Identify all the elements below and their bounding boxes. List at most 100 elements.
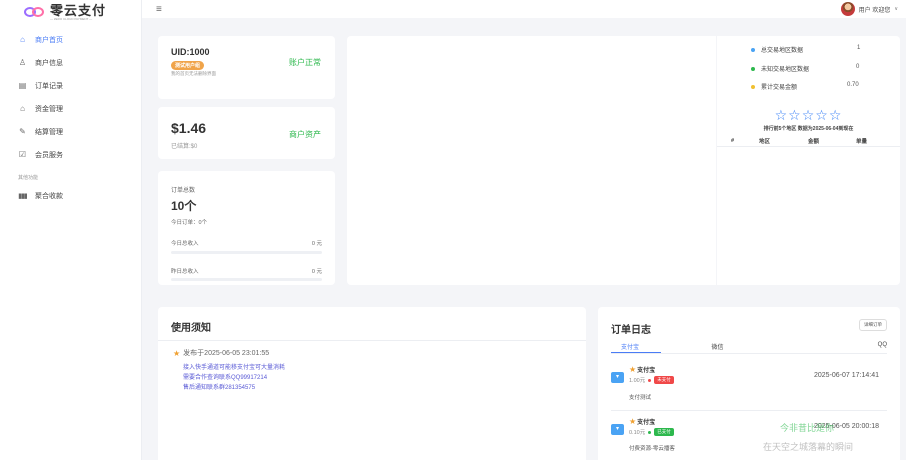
sidebar-item-label: 会员服务 <box>35 151 63 159</box>
order-log-tabs: 支付宝 微信 QQ <box>611 342 887 354</box>
yesterday-income-value: 0 元 <box>311 269 322 275</box>
notice-title: 使用须知 <box>171 323 211 334</box>
order-entry-time: 2025-06-07 17:14:41 <box>814 372 879 379</box>
orders-total-label: 订单总数 <box>171 188 196 194</box>
sidebar-item-funds[interactable]: ⌂ 资金管理 <box>0 97 141 120</box>
region-map-panel <box>347 36 716 285</box>
watermark-line1: 今非昔比是你 <box>780 423 835 433</box>
legend-label: 总交易地区数据 <box>761 48 804 54</box>
sidebar-item-label: 商户信息 <box>35 59 63 67</box>
status-dot <box>648 430 652 434</box>
balance-card: $1.46 已结算:$0 商户资产 <box>158 107 335 159</box>
sidebar-section-label: 其他功能 <box>18 175 39 181</box>
user-group-badge: 测试用户组 <box>171 61 205 70</box>
user-icon: ♙ <box>18 58 27 67</box>
logo-icon <box>24 6 46 18</box>
brand-logo[interactable]: 零云支付 — ZERO CLOUD PAYMENT — <box>0 0 141 24</box>
legend-value: 0.70 <box>847 82 859 88</box>
order-entry-desc: 付费资源-零云播客 <box>629 446 675 452</box>
status-dot <box>648 378 652 382</box>
shop-icon: ▾ <box>611 372 624 383</box>
order-entry-amount: 1.00元 未支付 <box>629 376 674 384</box>
brand-title: 零云支付 <box>50 2 107 18</box>
yesterday-income-bar <box>171 278 322 281</box>
star-icon: ★ <box>629 365 637 374</box>
edit-icon: ✎ <box>19 127 26 136</box>
legend-label: 累计交易金额 <box>761 85 798 91</box>
sidebar-item-label: 资金管理 <box>35 105 63 113</box>
divider <box>611 410 887 411</box>
orders-today: 今日订单：0个 <box>171 220 208 226</box>
account-card: UID:1000 测试用户组 我的首页无法删除界面 账户正常 <box>158 36 335 99</box>
column-header: 金额 <box>808 138 820 145</box>
asset-label: 商户资产 <box>289 130 321 139</box>
notice-date-text: 发布于2025-06-05 23:01:55 <box>183 350 270 357</box>
order-icon: ▤ <box>18 81 27 90</box>
order-entry-amount: 0.10元 已支付 <box>629 428 674 436</box>
top-header: ≡ 用户 欢迎您 ∨ <box>142 0 906 18</box>
chevron-down-icon: ∨ <box>894 6 898 12</box>
star-icon: ★ <box>173 348 181 358</box>
sidebar-item-settlement[interactable]: ✎ 结算管理 <box>0 120 141 143</box>
sidebar-item-home[interactable]: ⌂ 商户首页 <box>0 28 141 51</box>
watermark-line2: 在天空之城落幕的瞬间 <box>763 442 854 452</box>
sidebar-item-member[interactable]: ☑ 会员服务 <box>0 143 141 166</box>
today-income-row: 今日总收入 0 元 <box>171 239 322 247</box>
column-header: 地区 <box>759 138 771 145</box>
sidebar-item-merchant-info[interactable]: ♙ 商户信息 <box>0 51 141 74</box>
sidebar: 零云支付 — ZERO CLOUD PAYMENT — ⌂ 商户首页 ♙ 商户信… <box>0 0 142 460</box>
today-income-label: 今日总收入 <box>171 241 199 247</box>
bank-icon: ⌂ <box>20 104 25 113</box>
legend-dot <box>751 47 755 52</box>
account-note: 我的首页无法删除界面 <box>171 71 216 76</box>
column-header: 单量 <box>856 138 868 145</box>
divider <box>158 340 586 341</box>
sidebar-item-label: 商户首页 <box>35 36 63 44</box>
region-stats-panel: 总交易地区数据 1 未知交易地区数据 0 累计交易金额 0.70 ☆☆☆☆☆ 排… <box>717 36 900 285</box>
today-income-value: 0 元 <box>311 241 322 247</box>
legend-dot <box>751 66 755 71</box>
orders-card: 订单总数 10个 今日订单：0个 今日总收入 0 元 昨日总收入 0 元 <box>158 171 335 285</box>
settled-amount: 已结算:$0 <box>171 144 198 150</box>
notice-line: 售后通知联系群281354575 <box>183 385 256 391</box>
account-status: 账户正常 <box>289 58 321 67</box>
tab-alipay[interactable]: 支付宝 <box>611 342 661 353</box>
barcode-icon: ▮▮▮ <box>18 192 28 200</box>
uid-label: UID:1000 <box>171 47 210 57</box>
yesterday-income-row: 昨日总收入 0 元 <box>171 267 322 275</box>
order-entry-name: ★ 支付宝 <box>629 365 656 374</box>
member-icon: ☑ <box>18 150 27 159</box>
notice-line: 需要合作查询联系QQ99917214 <box>183 375 268 381</box>
notice-date: ★ 发布于2025-06-05 23:01:55 <box>173 348 269 358</box>
legend-total-regions: 总交易地区数据 <box>751 45 803 54</box>
sidebar-item-label: 聚合收款 <box>35 192 63 200</box>
order-log-card: 订单日志 详细订单 支付宝 微信 QQ ▾ ★ 支付宝 1.00元 未支付 支付测… <box>598 307 900 460</box>
tab-wechat[interactable]: 微信 <box>661 342 774 353</box>
status-badge: 已支付 <box>654 428 674 436</box>
rating-stars-icon: ☆☆☆☆☆ <box>774 107 843 123</box>
tab-qq[interactable]: QQ <box>774 342 887 353</box>
menu-toggle-icon[interactable]: ≡ <box>156 4 166 15</box>
legend-total-amount: 累计交易金额 <box>751 82 797 91</box>
order-detail-button[interactable]: 详细订单 <box>859 319 887 331</box>
balance-amount: $1.46 <box>171 120 207 136</box>
avatar <box>840 2 855 16</box>
sidebar-nav: ⌂ 商户首页 ♙ 商户信息 ▤ 订单记录 ⌂ 资金管理 ✎ 结算管理 ☑ 会员服… <box>0 28 141 207</box>
legend-dot <box>751 84 755 89</box>
legend-label: 未知交易地区数据 <box>761 67 810 73</box>
sidebar-item-label: 订单记录 <box>35 82 63 90</box>
notice-line: 接入快手通道可能移支付宝可大量消耗 <box>183 365 286 371</box>
column-header: # <box>731 137 735 144</box>
user-name: 用户 欢迎您 <box>858 7 891 14</box>
sidebar-item-aggregate-pay[interactable]: ▮▮▮ 聚合收款 <box>0 184 141 207</box>
user-menu[interactable]: 用户 欢迎您 ∨ <box>840 2 898 16</box>
sidebar-item-orders[interactable]: ▤ 订单记录 <box>0 74 141 97</box>
notice-card: 使用须知 ★ 发布于2025-06-05 23:01:55 接入快手通道可能移支… <box>158 307 586 460</box>
sidebar-item-label: 结算管理 <box>35 128 63 136</box>
shop-icon: ▾ <box>611 424 624 435</box>
ranking-note: 排行前5个地区 数据为2025-06-04到现在 <box>763 126 854 132</box>
order-entry-name: ★ 支付宝 <box>629 417 656 426</box>
legend-value: 0 <box>856 64 860 70</box>
yesterday-income-label: 昨日总收入 <box>171 269 199 275</box>
order-entry-desc: 支付测试 <box>629 395 652 401</box>
